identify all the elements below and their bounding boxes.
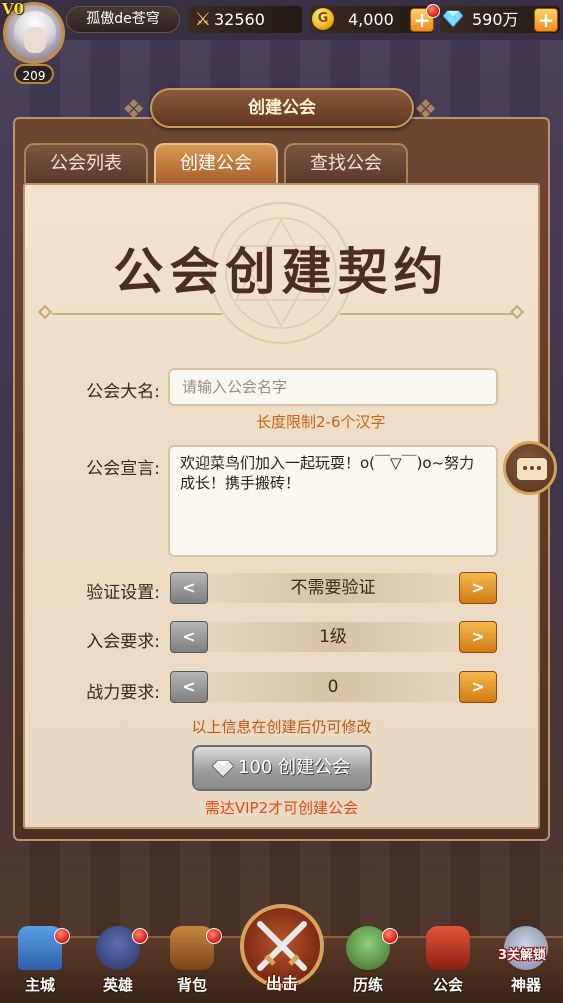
window-header: 创建公会 bbox=[150, 88, 414, 128]
verification-value: 不需要验证 bbox=[208, 573, 458, 603]
verification-next-button[interactable]: > bbox=[459, 572, 497, 604]
nav-backpack[interactable]: 背包 bbox=[160, 922, 224, 1000]
nav-main-city-label: 主城 bbox=[24, 976, 55, 994]
power-display: ⚔ 32560 bbox=[188, 6, 302, 33]
nav-training-dot bbox=[382, 928, 398, 944]
nav-guild[interactable]: 公会 bbox=[416, 922, 480, 1000]
join-level-next-button[interactable]: > bbox=[459, 621, 497, 653]
nav-artifact-label: 神器 bbox=[510, 976, 541, 994]
nav-heroes-dot bbox=[132, 928, 148, 944]
ribbon-ornament-left-icon: ❖ bbox=[122, 95, 146, 125]
divider-right bbox=[340, 313, 512, 315]
editable-note: 以上信息在创建后仍可修改 bbox=[191, 718, 372, 736]
gem-value: 590万 bbox=[472, 10, 519, 29]
player-level-badge: 209 bbox=[14, 64, 54, 84]
diamond-icon bbox=[212, 760, 234, 778]
diamond-icon bbox=[443, 10, 463, 28]
window-title: 创建公会 bbox=[248, 98, 316, 118]
vip-level: V0 bbox=[2, 0, 25, 18]
tab-find-guild[interactable]: 查找公会 bbox=[284, 143, 408, 183]
nav-heroes-label: 英雄 bbox=[102, 976, 133, 994]
gold-notification-dot bbox=[426, 4, 440, 18]
nav-main-city-dot bbox=[54, 928, 70, 944]
player-name: 孤傲de苍穹 bbox=[86, 11, 160, 27]
power-requirement-prev-button[interactable]: < bbox=[170, 671, 208, 703]
power-requirement-next-button[interactable]: > bbox=[459, 671, 497, 703]
nav-heroes[interactable]: 英雄 bbox=[86, 922, 150, 1000]
nav-training-label: 历练 bbox=[352, 976, 383, 994]
join-level-prev-button[interactable]: < bbox=[170, 621, 208, 653]
top-bar: V0 209 孤傲de苍穹 ⚔ 32560 G 4,000 + 590万 + bbox=[0, 0, 563, 84]
unlock-tag: 3关解锁 bbox=[498, 948, 547, 963]
nav-battle[interactable]: 出击 bbox=[238, 904, 326, 998]
create-guild-button[interactable]: 100 创建公会 bbox=[192, 745, 372, 791]
contract-title: 公会创建契约 bbox=[113, 242, 450, 301]
vip-requirement: 需达VIP2才可创建公会 bbox=[204, 799, 359, 817]
verification-prev-button[interactable]: < bbox=[170, 572, 208, 604]
ribbon-ornament-right-icon: ❖ bbox=[414, 95, 438, 125]
guild-motto-label: 公会宣言: bbox=[86, 459, 160, 479]
verification-label: 验证设置: bbox=[86, 583, 160, 603]
power-value: 32560 bbox=[214, 10, 265, 29]
nav-backpack-label: 背包 bbox=[176, 976, 207, 994]
gold-value: 4,000 bbox=[348, 10, 394, 29]
crossed-swords-icon: ⚔ bbox=[194, 9, 212, 30]
tab-create-guild[interactable]: 创建公会 bbox=[154, 143, 278, 183]
gold-coin-icon: G bbox=[312, 8, 334, 30]
avatar-face bbox=[24, 27, 46, 53]
player-avatar-area[interactable]: V0 209 bbox=[0, 0, 70, 86]
join-level-label: 入会要求: bbox=[86, 632, 160, 652]
guild-motto-textarea[interactable]: 欢迎菜鸟们加入一起玩耍！o(￣▽￣)o~努力成长！携手搬砖！ bbox=[168, 445, 498, 557]
tab-guild-list[interactable]: 公会列表 bbox=[24, 143, 148, 183]
nav-backpack-dot bbox=[206, 928, 222, 944]
power-requirement-value: 0 bbox=[208, 672, 458, 702]
nav-training[interactable]: 历练 bbox=[336, 922, 400, 1000]
chat-bubble-icon bbox=[516, 457, 548, 481]
guild-banner-icon bbox=[426, 926, 470, 970]
chat-button[interactable] bbox=[503, 441, 557, 495]
add-gems-button[interactable]: + bbox=[534, 8, 558, 32]
nav-main-city[interactable]: 主城 bbox=[8, 922, 72, 1000]
nav-guild-label: 公会 bbox=[432, 976, 463, 994]
power-requirement-label: 战力要求: bbox=[86, 683, 160, 703]
player-name-pill: 孤傲de苍穹 bbox=[66, 6, 180, 33]
nav-battle-label: 出击 bbox=[265, 974, 298, 993]
create-guild-button-label: 100 创建公会 bbox=[238, 757, 351, 778]
guild-name-input[interactable]: 请输入公会名字 bbox=[168, 368, 498, 406]
guild-name-label: 公会大名: bbox=[86, 382, 160, 402]
join-level-value: 1级 bbox=[208, 622, 458, 652]
guild-name-hint: 长度限制2-6个汉字 bbox=[256, 413, 386, 431]
divider-left bbox=[52, 313, 222, 315]
